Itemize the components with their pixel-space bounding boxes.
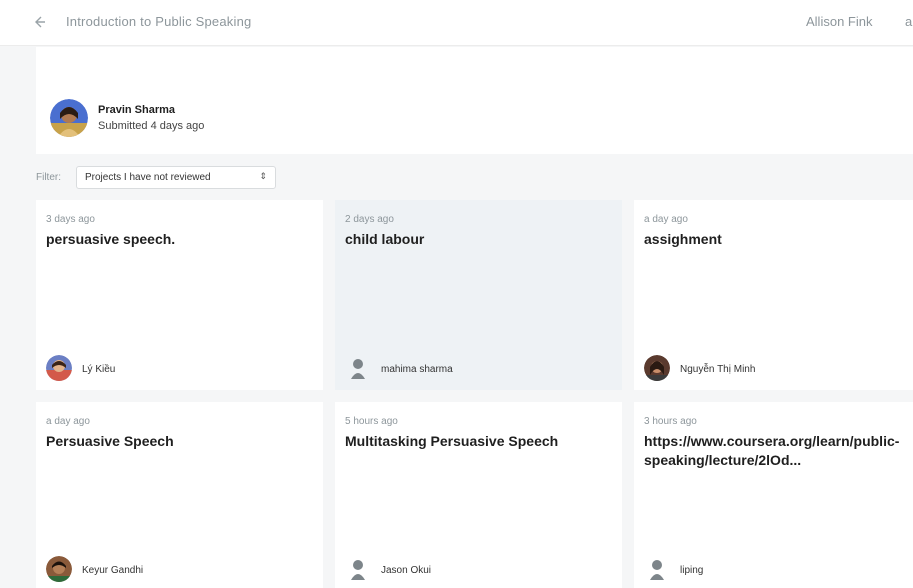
card-time: 2 days ago	[345, 214, 394, 225]
submission-card[interactable]: 3 hours ago https://www.coursera.org/lea…	[634, 402, 913, 588]
submission-card[interactable]: 2 days ago child labour mahima sharma	[335, 200, 622, 390]
card-author: liping	[680, 565, 704, 576]
card-time: a day ago	[644, 214, 688, 225]
card-time: 3 days ago	[46, 214, 95, 225]
card-author: mahima sharma	[381, 364, 453, 375]
default-avatar-icon	[345, 556, 371, 582]
select-caret-icon: ⇕	[259, 171, 267, 181]
top-bar: Introduction to Public Speaking Allison …	[0, 0, 913, 46]
card-title: persuasive speech.	[46, 231, 176, 247]
card-title: Persuasive Speech	[46, 433, 174, 449]
submission-card[interactable]: 5 hours ago Multitasking Persuasive Spee…	[335, 402, 622, 588]
submission-card[interactable]: a day ago assighment Nguyễn Thị Minh	[634, 200, 913, 390]
arrow-left-icon[interactable]	[33, 13, 51, 31]
card-author: Keyur Gandhi	[82, 565, 144, 576]
photo-avatar	[46, 556, 72, 582]
photo-avatar	[46, 355, 72, 381]
default-avatar-icon	[644, 556, 670, 582]
user-menu-overflow: a	[905, 14, 913, 29]
card-time: a day ago	[46, 416, 90, 427]
card-time: 5 hours ago	[345, 416, 398, 427]
course-title[interactable]: Introduction to Public Speaking	[66, 14, 251, 29]
submission-header: Pravin Sharma Submitted 4 days ago	[36, 47, 913, 154]
filter-label: Filter:	[36, 172, 61, 183]
submission-card[interactable]: 3 days ago persuasive speech. Lý Kiều	[36, 200, 323, 390]
card-title: child labour	[345, 231, 425, 247]
submitter-avatar	[50, 99, 88, 137]
card-author: Nguyễn Thị Minh	[680, 364, 756, 375]
card-title: https://www.coursera.org/learn/public-sp…	[644, 433, 900, 468]
card-author: Lý Kiều	[82, 364, 116, 375]
submitter-name: Pravin Sharma	[98, 104, 176, 116]
default-avatar-icon	[345, 355, 371, 381]
filter-select[interactable]: Projects I have not reviewed ⇕	[76, 166, 276, 189]
photo-avatar	[644, 355, 670, 381]
user-menu[interactable]: Allison Fink	[806, 14, 872, 29]
filter-selected-value: Projects I have not reviewed	[85, 172, 211, 183]
card-time: 3 hours ago	[644, 416, 697, 427]
card-title: assighment	[644, 231, 722, 247]
card-author: Jason Okui	[381, 565, 432, 576]
submission-card[interactable]: a day ago Persuasive Speech Keyur Gandhi	[36, 402, 323, 588]
submission-time: Submitted 4 days ago	[98, 120, 205, 132]
card-title: Multitasking Persuasive Speech	[345, 433, 559, 449]
